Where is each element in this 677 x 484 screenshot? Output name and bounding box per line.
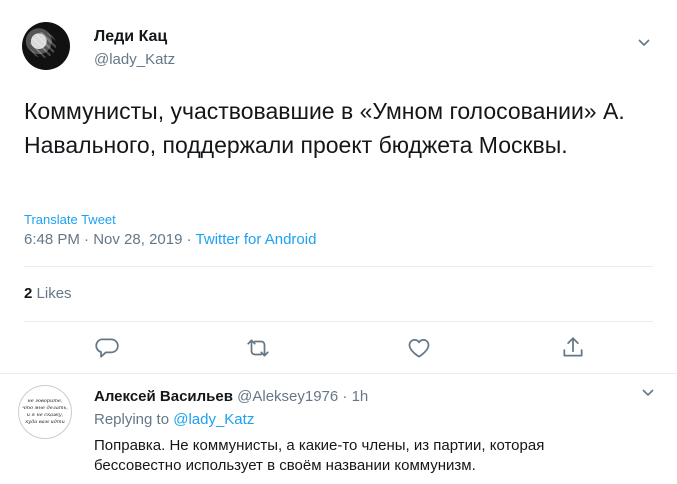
- reply-author-name[interactable]: Алексей Васильев: [94, 388, 233, 405]
- share-icon[interactable]: [560, 335, 586, 361]
- retweet-icon[interactable]: [245, 335, 271, 361]
- translate-tweet-link[interactable]: Translate Tweet: [24, 212, 116, 227]
- divider: [24, 266, 653, 267]
- likes-stat[interactable]: 2 Likes: [24, 285, 72, 302]
- chevron-down-icon[interactable]: [640, 384, 656, 400]
- avatar-text-line: не говорите,: [27, 398, 63, 404]
- avatar-text-line: куда вам идти: [25, 419, 65, 425]
- meta-separator: ·: [84, 231, 90, 248]
- author-avatar[interactable]: [22, 22, 70, 70]
- tweet-detail-view: Леди Кац @lady_Katz Коммунисты, участвов…: [0, 0, 677, 484]
- tweet-text: Коммунисты, участвовавшие в «Умном голос…: [24, 98, 625, 158]
- likes-label: Likes: [36, 285, 72, 302]
- reply-author-avatar[interactable]: не говорите, что мне делать, и я не скаж…: [18, 385, 72, 439]
- meta-separator: ·: [186, 231, 192, 248]
- likes-count: 2: [24, 285, 33, 302]
- reply-icon[interactable]: [94, 335, 120, 361]
- avatar-text-line: что мне делать,: [22, 405, 68, 411]
- meta-separator: ·: [342, 388, 348, 405]
- divider: [24, 321, 653, 322]
- replying-to: Replying to @lady_Katz: [94, 411, 254, 428]
- tweet-time[interactable]: 6:48 PM: [24, 231, 80, 248]
- avatar-text-line: и я не скажу,: [26, 412, 64, 418]
- reply-age[interactable]: 1h: [352, 388, 369, 405]
- author-name[interactable]: Леди Кац: [94, 28, 167, 46]
- tweet-meta: 6:48 PM · Nov 28, 2019 · Twitter for And…: [24, 231, 316, 248]
- reply-text: Поправка. Не коммунисты, а какие-то член…: [94, 437, 545, 474]
- chevron-down-icon[interactable]: [636, 34, 652, 50]
- divider: [0, 373, 677, 374]
- tweet-date[interactable]: Nov 28, 2019: [93, 231, 182, 248]
- like-icon[interactable]: [406, 335, 432, 361]
- source-app-link[interactable]: Twitter for Android: [196, 231, 317, 248]
- replying-to-label: Replying to: [94, 411, 170, 428]
- author-handle[interactable]: @lady_Katz: [94, 51, 175, 68]
- reply-author-handle[interactable]: @Aleksey1976: [237, 388, 338, 405]
- reply-header: Алексей Васильев @Aleksey1976 · 1h: [94, 388, 368, 405]
- replying-to-mention[interactable]: @lady_Katz: [173, 411, 254, 428]
